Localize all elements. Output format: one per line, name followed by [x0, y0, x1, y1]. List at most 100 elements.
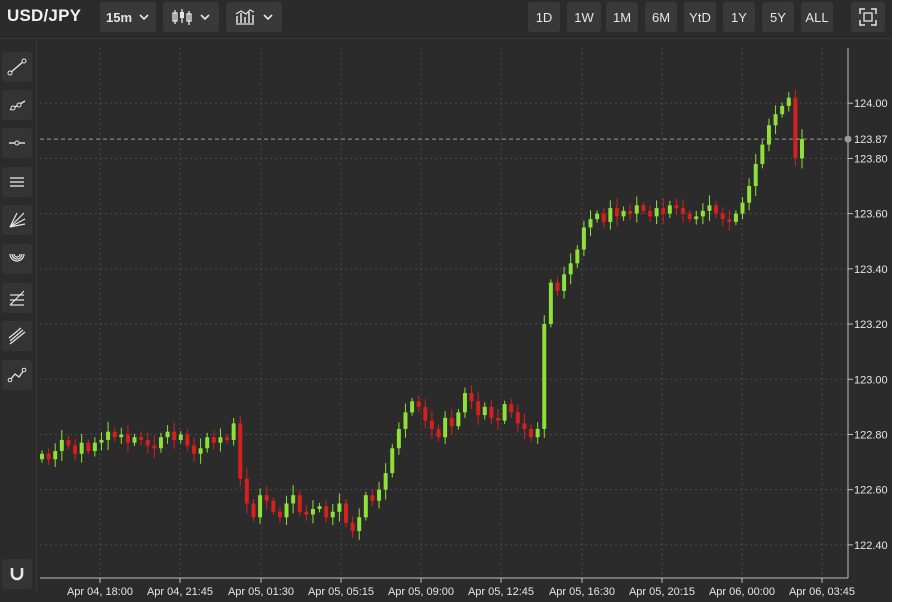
candle-body [694, 216, 699, 220]
candle-body [681, 208, 686, 214]
candle-body [496, 417, 500, 421]
x-tick-label: Apr 05, 12:45 [468, 586, 534, 598]
candle-body [390, 448, 395, 474]
candle-body [575, 249, 580, 264]
candle-body [548, 282, 553, 325]
candle-body [562, 274, 567, 291]
candle-body [661, 208, 666, 214]
candle-body [99, 439, 104, 443]
candle-body [674, 205, 679, 209]
candle-body [350, 522, 355, 532]
candle-body [277, 511, 282, 518]
candle-body [740, 202, 745, 214]
y-tick-label: 123.40 [854, 264, 888, 276]
x-tick-label: Apr 05, 20:15 [629, 586, 695, 598]
candle-body [211, 437, 216, 443]
candle-body [727, 219, 732, 222]
candle-body [700, 210, 705, 217]
candle-body [502, 404, 507, 421]
candle-body [46, 453, 51, 460]
candle-body [429, 420, 434, 429]
candle-body [178, 434, 183, 440]
candle-body [489, 406, 494, 418]
candle-body [165, 431, 170, 438]
candle-body [218, 437, 223, 443]
candle-body [634, 205, 639, 214]
candle-body [621, 210, 626, 217]
candle-body [119, 434, 124, 438]
candles [40, 89, 804, 540]
candle-body [733, 213, 738, 222]
candle-body [469, 393, 474, 402]
candle-body [595, 213, 600, 220]
x-tick-label: Apr 04, 21:45 [147, 586, 213, 598]
y-tick-label: 124.00 [854, 98, 888, 110]
y-tick-label: 122.40 [854, 540, 888, 552]
candle-body [529, 428, 534, 438]
x-tick-label: Apr 06, 00:00 [709, 586, 775, 598]
candle-body [535, 428, 540, 438]
grid [40, 48, 848, 578]
candle-body [753, 163, 758, 187]
candle-body [456, 412, 461, 427]
candle-body [416, 401, 421, 407]
candle-body [264, 495, 269, 501]
candle-body [555, 282, 560, 291]
candle-body [628, 210, 633, 214]
candle-body [568, 263, 573, 275]
y-tick-label: 123.80 [854, 153, 888, 165]
candle-body [79, 442, 84, 454]
candle-body [449, 417, 454, 427]
price-chart[interactable]: 124.00 123.80 123.60 123.40 123.20 123.00 122.… [0, 0, 892, 602]
candle-body [251, 503, 256, 518]
chart-app: USD/JPY 15m 1D 1W 1M 6M YtD 1Y 5Y ALL 12… [0, 0, 892, 602]
candle-body [152, 445, 157, 449]
candle-body [145, 439, 150, 446]
current-price-marker [844, 135, 852, 143]
candle-body [800, 139, 804, 159]
candle-body [476, 401, 481, 416]
x-tick-label: Apr 06, 03:45 [789, 586, 855, 598]
y-tick-label: 123.20 [854, 319, 888, 331]
candle-body [482, 406, 487, 416]
candle-body [641, 205, 646, 211]
candle-body [125, 434, 130, 443]
candle-body [185, 434, 190, 446]
candle-body [542, 324, 547, 429]
candle-body [40, 453, 44, 460]
candle-body [436, 428, 441, 438]
x-tick-label: Apr 05, 09:00 [388, 586, 454, 598]
candle-body [271, 500, 276, 512]
y-tick-label: 123.60 [854, 209, 888, 221]
candle-body [284, 503, 289, 518]
candle-body [786, 97, 791, 106]
candle-body [310, 508, 315, 515]
candle-body [601, 213, 606, 222]
candle-body [522, 423, 527, 429]
candle-body [410, 401, 415, 413]
x-tick-label: Apr 04, 18:00 [67, 586, 133, 598]
y-tick-label: 122.60 [854, 485, 888, 497]
candle-body [687, 213, 692, 220]
candle-body [291, 495, 296, 504]
candle-body [112, 431, 117, 438]
candle-body [648, 210, 652, 217]
candle-body [344, 503, 348, 523]
x-tick-label: Apr 05, 16:30 [549, 586, 615, 598]
candle-body [370, 495, 375, 501]
y-tick-label: 122.80 [854, 429, 888, 441]
candle-body [139, 437, 144, 440]
candle-body [667, 205, 672, 214]
candle-body [172, 431, 177, 440]
candle-body [337, 503, 342, 512]
candle-body [383, 473, 388, 490]
candle-body [766, 125, 771, 145]
candle-body [73, 445, 78, 454]
candle-body [205, 437, 210, 449]
candle-body [330, 511, 335, 518]
candle-body [304, 511, 309, 515]
candle-body [53, 451, 58, 460]
candle-body [396, 428, 401, 449]
y-tick-label: 123.00 [854, 374, 888, 386]
candle-body [760, 144, 765, 164]
